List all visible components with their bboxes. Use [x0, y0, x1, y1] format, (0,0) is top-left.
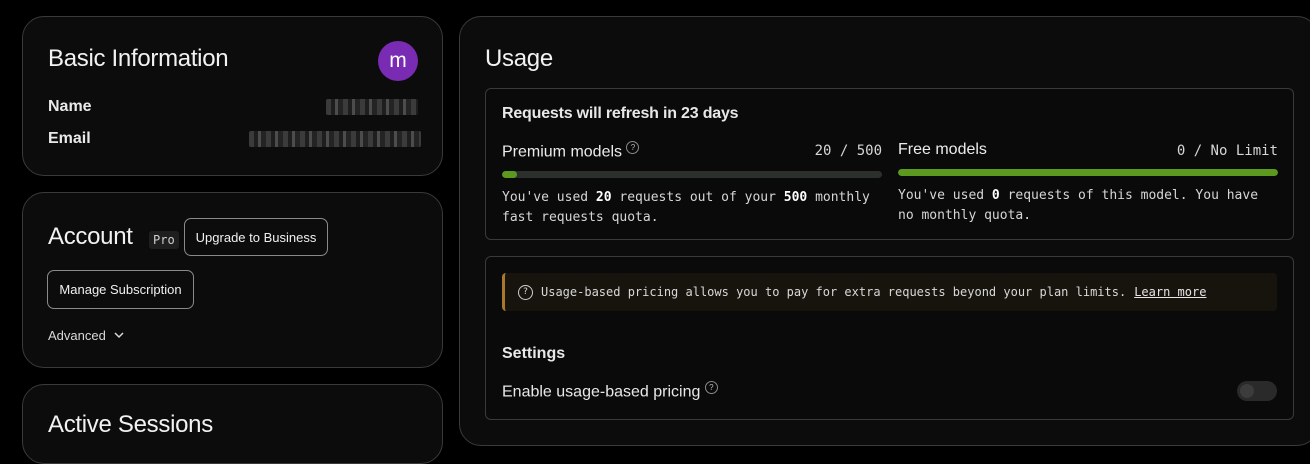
free-progress-fill — [898, 169, 1278, 176]
usage-title: Usage — [485, 45, 553, 72]
email-label: Email — [48, 130, 91, 147]
basic-information-card: Basic Information m Name Email — [22, 16, 443, 176]
pricing-settings-panel: ? Usage-based pricing allows you to pay … — [485, 256, 1294, 420]
avatar[interactable]: m — [378, 41, 418, 81]
chevron-down-icon — [114, 332, 124, 339]
enable-usage-pricing-label: Enable usage-based pricing — [502, 383, 701, 401]
premium-title: Premium models — [502, 143, 623, 161]
settings-title: Settings — [502, 345, 566, 362]
usage-pricing-notice: ? Usage-based pricing allows you to pay … — [502, 273, 1277, 311]
manage-subscription-button[interactable]: Manage Subscription — [47, 270, 194, 309]
free-progress-bar — [898, 169, 1278, 176]
active-sessions-title: Active Sessions — [48, 411, 213, 438]
basic-information-title: Basic Information — [48, 45, 229, 72]
usage-card: Usage Requests will refresh in 23 days P… — [459, 16, 1310, 446]
premium-count: 20 / 500 — [814, 143, 882, 159]
name-value-redacted — [326, 99, 418, 115]
help-icon[interactable]: ? — [626, 141, 640, 154]
help-icon[interactable]: ? — [704, 381, 718, 394]
free-count: 0 / No Limit — [1176, 143, 1278, 159]
premium-progress-bar — [502, 171, 882, 179]
account-title: Account — [48, 223, 133, 250]
premium-meter: Premium models ? 20 / 500 You've used 20… — [502, 141, 882, 228]
question-circle-icon: ? — [518, 284, 533, 300]
premium-description: You've used 20 requests out of your 500 … — [502, 190, 870, 226]
plan-badge: Pro — [149, 231, 179, 249]
premium-progress-fill — [502, 171, 518, 179]
name-label: Name — [48, 98, 92, 115]
active-sessions-card: Active Sessions — [22, 384, 443, 464]
free-description: You've used 0 requests of this model. Yo… — [898, 188, 1259, 223]
advanced-toggle[interactable]: Advanced — [48, 328, 124, 343]
notice-text: Usage-based pricing allows you to pay fo… — [541, 285, 1127, 299]
upgrade-button[interactable]: Upgrade to Business — [184, 218, 328, 256]
refresh-text: Requests will refresh in 23 days — [502, 105, 739, 122]
toggle-knob — [1240, 384, 1254, 398]
advanced-label: Advanced — [48, 328, 106, 343]
usage-pricing-toggle[interactable] — [1237, 381, 1277, 401]
quota-panel: Requests will refresh in 23 days Premium… — [485, 88, 1294, 240]
free-title: Free models — [898, 141, 987, 158]
account-card: Account Pro Upgrade to Business Manage S… — [22, 192, 443, 368]
email-value-redacted — [249, 131, 421, 147]
free-meter: Free models 0 / No Limit You've used 0 r… — [898, 141, 1278, 226]
learn-more-link[interactable]: Learn more — [1134, 285, 1206, 299]
enable-usage-pricing-row: Enable usage-based pricing ? — [502, 381, 718, 401]
